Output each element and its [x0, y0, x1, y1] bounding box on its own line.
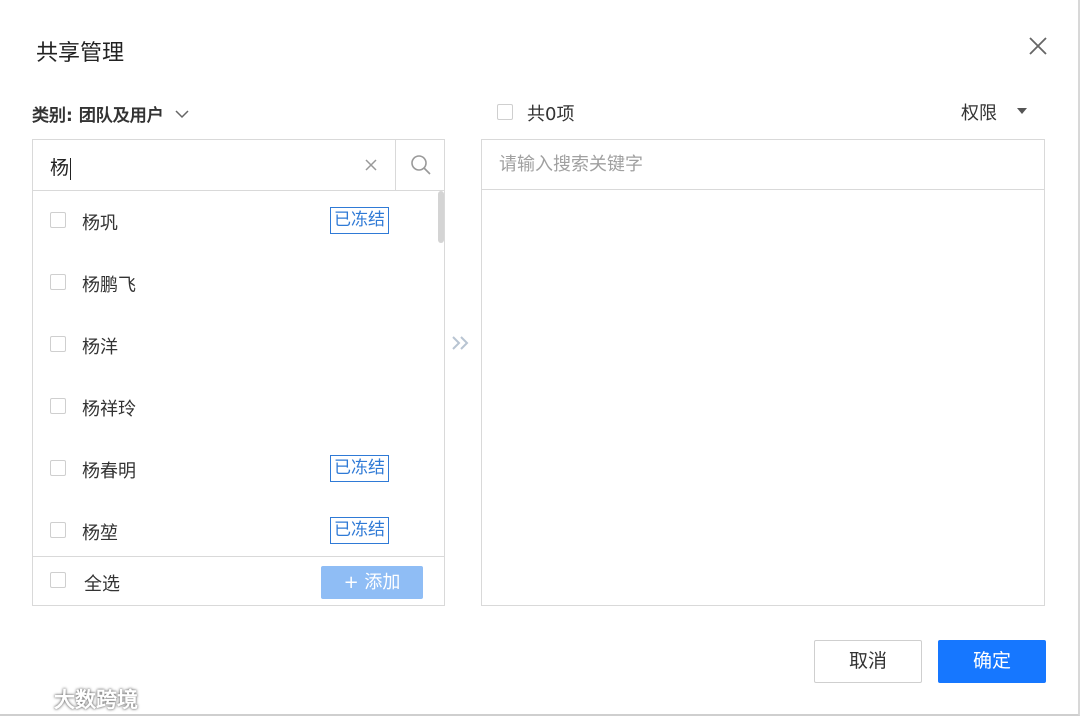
search-input[interactable]: 杨 [50, 153, 72, 180]
list-item[interactable]: 杨巩 已冻结 [33, 191, 433, 253]
double-chevron-right-icon[interactable] [450, 333, 472, 353]
category-label: 类别: [32, 106, 73, 126]
candidate-panel: 杨 杨巩 已冻结 杨鹏飞 杨洋 杨祥玲 杨春明 已冻结 杨堃 已冻结 全选 + … [32, 139, 445, 606]
category-selector[interactable]: 类别: 团队及用户 [32, 101, 190, 126]
close-icon[interactable] [1026, 34, 1050, 58]
scrollbar-thumb[interactable] [438, 191, 444, 243]
item-name: 杨鹏飞 [82, 275, 136, 296]
item-checkbox[interactable] [50, 522, 66, 538]
frozen-badge: 已冻结 [330, 207, 389, 234]
add-button[interactable]: + 添加 [321, 566, 423, 599]
watermark-text: 大数跨境 [54, 688, 138, 712]
list-item[interactable]: 杨鹏飞 [33, 253, 433, 315]
item-checkbox[interactable] [50, 460, 66, 476]
search-input-value: 杨 [50, 157, 70, 179]
clear-icon[interactable] [363, 157, 379, 173]
search-button[interactable] [395, 140, 444, 190]
watermark: 大数跨境 [8, 684, 138, 714]
logo-icon [10, 688, 45, 709]
item-checkbox[interactable] [50, 212, 66, 228]
permission-dropdown[interactable]: 权限 [961, 99, 997, 125]
item-name: 杨巩 [82, 213, 118, 234]
caret-down-icon[interactable] [1017, 108, 1027, 114]
item-name: 杨洋 [82, 337, 118, 358]
category-value[interactable]: 团队及用户 [79, 101, 164, 126]
dialog-title: 共享管理 [36, 41, 125, 66]
search-icon [411, 155, 431, 175]
frozen-badge: 已冻结 [330, 517, 389, 544]
item-name: 杨堃 [82, 523, 118, 544]
confirm-button[interactable]: 确定 [938, 640, 1046, 683]
selected-search-input[interactable] [482, 140, 1044, 190]
list-item[interactable]: 杨洋 [33, 315, 433, 377]
frozen-badge: 已冻结 [330, 455, 389, 482]
item-name: 杨春明 [82, 461, 136, 482]
item-checkbox[interactable] [50, 398, 66, 414]
chevron-down-icon[interactable] [174, 106, 190, 122]
share-management-dialog: 共享管理 类别: 团队及用户 杨 杨巩 已冻结 杨鹏飞 杨洋 杨祥玲 杨春明 已… [0, 0, 1080, 716]
selected-count: 共0项 [527, 104, 575, 125]
item-name: 杨祥玲 [82, 399, 136, 420]
candidate-list: 杨巩 已冻结 杨鹏飞 杨洋 杨祥玲 杨春明 已冻结 杨堃 已冻结 [33, 191, 444, 556]
select-all-label: 全选 [84, 574, 120, 595]
list-item[interactable]: 杨祥玲 [33, 377, 433, 439]
select-all-checkbox[interactable] [50, 572, 66, 588]
candidate-search: 杨 [33, 140, 444, 191]
list-scrollbar[interactable] [438, 191, 444, 556]
cancel-button[interactable]: 取消 [814, 640, 922, 683]
selected-all-checkbox[interactable] [497, 104, 513, 120]
list-item[interactable]: 杨春明 已冻结 [33, 439, 433, 501]
item-checkbox[interactable] [50, 274, 66, 290]
item-checkbox[interactable] [50, 336, 66, 352]
selected-panel [481, 139, 1045, 606]
list-item[interactable]: 杨堃 已冻结 [33, 501, 433, 556]
text-caret [70, 157, 72, 180]
candidate-footer: 全选 + 添加 [33, 556, 444, 606]
